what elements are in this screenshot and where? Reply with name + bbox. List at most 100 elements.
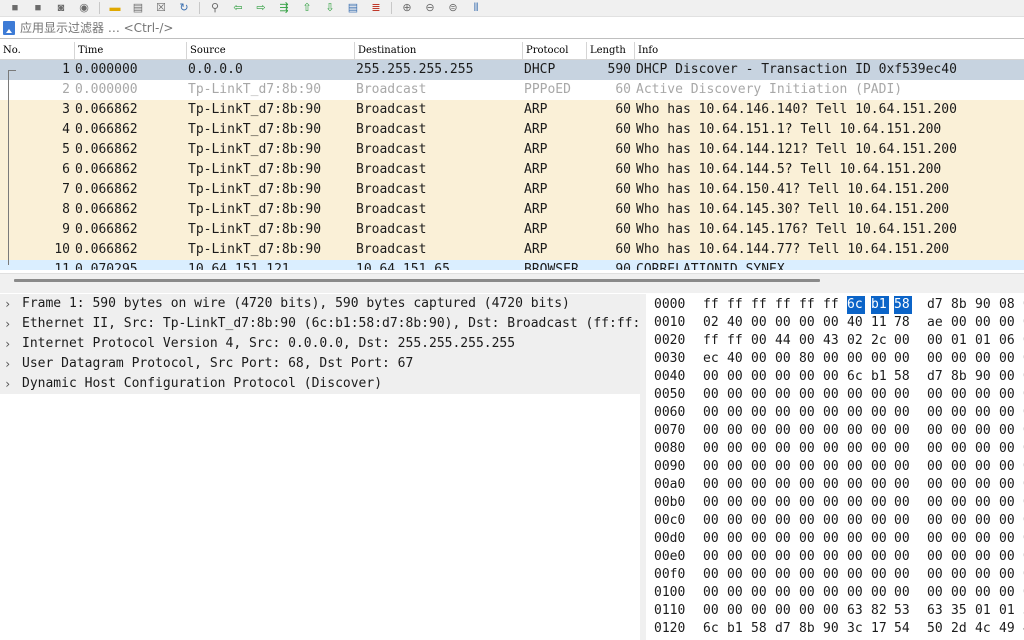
- hex-byte[interactable]: 40: [727, 314, 745, 332]
- hex-byte[interactable]: 00: [823, 404, 841, 422]
- hex-byte[interactable]: 00: [703, 602, 721, 620]
- hex-byte[interactable]: 01: [951, 332, 969, 350]
- hex-byte[interactable]: 00: [871, 584, 889, 602]
- hex-byte[interactable]: 00: [894, 440, 912, 458]
- hex-byte[interactable]: 00: [951, 386, 969, 404]
- packet-row[interactable]: 8 0.066862 Tp-LinkT_d7:8b:90 Broadcast ARP 60…: [0, 200, 1024, 220]
- hex-byte[interactable]: 08: [999, 296, 1017, 314]
- hex-byte[interactable]: ff: [727, 296, 745, 314]
- hex-byte[interactable]: 40: [847, 314, 865, 332]
- hex-byte[interactable]: 6c: [847, 368, 865, 386]
- hex-byte[interactable]: 00: [823, 368, 841, 386]
- hex-byte[interactable]: 00: [999, 386, 1017, 404]
- hex-byte[interactable]: 00: [847, 404, 865, 422]
- hex-byte[interactable]: 00: [727, 386, 745, 404]
- hex-byte[interactable]: b1: [727, 620, 745, 638]
- hex-byte[interactable]: 00: [951, 350, 969, 368]
- hex-byte[interactable]: 00: [927, 476, 945, 494]
- hex-byte[interactable]: 00: [951, 404, 969, 422]
- hex-byte[interactable]: 49: [999, 620, 1017, 638]
- hex-byte[interactable]: 00: [799, 566, 817, 584]
- hex-byte[interactable]: 00: [751, 368, 769, 386]
- hex-byte[interactable]: 00: [775, 566, 793, 584]
- hex-byte[interactable]: 6c: [847, 296, 865, 314]
- hex-byte[interactable]: 00: [894, 332, 912, 350]
- column-header-time[interactable]: Time: [74, 42, 186, 59]
- go-forward-icon[interactable]: ⇨: [253, 2, 269, 14]
- hex-byte[interactable]: d7: [927, 296, 945, 314]
- hex-byte[interactable]: 00: [775, 422, 793, 440]
- hex-byte[interactable]: 00: [847, 548, 865, 566]
- hex-byte[interactable]: 00: [823, 458, 841, 476]
- hex-byte[interactable]: 00: [727, 512, 745, 530]
- hex-byte[interactable]: 00: [799, 584, 817, 602]
- hex-byte[interactable]: 00: [951, 476, 969, 494]
- hex-byte[interactable]: 00: [999, 458, 1017, 476]
- hex-byte[interactable]: 00: [703, 584, 721, 602]
- hex-byte[interactable]: 00: [999, 566, 1017, 584]
- hex-byte[interactable]: 00: [823, 530, 841, 548]
- hex-byte[interactable]: 00: [975, 350, 993, 368]
- hex-byte[interactable]: 00: [751, 350, 769, 368]
- hex-byte[interactable]: 00: [823, 386, 841, 404]
- packet-row[interactable]: 3 0.066862 Tp-LinkT_d7:8b:90 Broadcast ARP 60…: [0, 100, 1024, 120]
- hex-byte[interactable]: 06: [999, 332, 1017, 350]
- hex-byte[interactable]: 00: [751, 404, 769, 422]
- hex-byte[interactable]: 00: [751, 494, 769, 512]
- hex-byte[interactable]: 53: [894, 602, 912, 620]
- hex-byte[interactable]: 17: [871, 620, 889, 638]
- hex-byte[interactable]: 00: [975, 512, 993, 530]
- autoscroll-icon[interactable]: ▤: [345, 2, 361, 14]
- hex-byte[interactable]: 00: [703, 494, 721, 512]
- bookmark-icon[interactable]: [3, 20, 15, 35]
- hex-byte[interactable]: 00: [927, 512, 945, 530]
- hex-byte[interactable]: 00: [871, 566, 889, 584]
- open-folder-icon[interactable]: ▬: [107, 2, 123, 14]
- hex-byte[interactable]: 00: [751, 332, 769, 350]
- hex-byte[interactable]: 00: [927, 548, 945, 566]
- hex-byte[interactable]: 00: [847, 422, 865, 440]
- column-header-no[interactable]: No.: [0, 42, 74, 59]
- hex-byte[interactable]: 78: [894, 314, 912, 332]
- hex-byte[interactable]: 00: [847, 494, 865, 512]
- hex-byte[interactable]: 00: [871, 530, 889, 548]
- hex-byte[interactable]: 00: [775, 548, 793, 566]
- hex-byte[interactable]: 00: [823, 440, 841, 458]
- hex-byte[interactable]: 00: [975, 584, 993, 602]
- go-back-icon[interactable]: ⇦: [230, 2, 246, 14]
- hex-byte[interactable]: 00: [823, 548, 841, 566]
- hex-byte[interactable]: 00: [951, 458, 969, 476]
- hex-byte[interactable]: 3c: [847, 620, 865, 638]
- hex-byte[interactable]: 00: [999, 476, 1017, 494]
- hex-byte[interactable]: 00: [927, 386, 945, 404]
- hex-byte[interactable]: 01: [975, 332, 993, 350]
- hex-byte[interactable]: 01: [999, 602, 1017, 620]
- hex-byte[interactable]: 00: [951, 494, 969, 512]
- hex-byte[interactable]: 00: [871, 548, 889, 566]
- hex-byte[interactable]: 00: [871, 350, 889, 368]
- hex-byte[interactable]: 00: [799, 314, 817, 332]
- hex-byte[interactable]: 00: [751, 548, 769, 566]
- hex-byte[interactable]: 00: [727, 584, 745, 602]
- restart-icon[interactable]: ■: [30, 2, 46, 14]
- pane-splitter[interactable]: [0, 289, 1024, 293]
- hex-byte[interactable]: 8b: [799, 620, 817, 638]
- hex-byte[interactable]: 00: [951, 530, 969, 548]
- hex-byte[interactable]: 63: [927, 602, 945, 620]
- record-icon[interactable]: ◉: [76, 2, 92, 14]
- hex-byte[interactable]: 00: [999, 350, 1017, 368]
- hex-byte[interactable]: 00: [727, 458, 745, 476]
- hex-byte[interactable]: 00: [951, 440, 969, 458]
- packet-row[interactable]: 9 0.066862 Tp-LinkT_d7:8b:90 Broadcast ARP 60…: [0, 220, 1024, 240]
- hex-byte[interactable]: 43: [823, 332, 841, 350]
- hex-byte[interactable]: 00: [703, 476, 721, 494]
- zoom-out-icon[interactable]: ⊖: [422, 2, 438, 14]
- hex-byte[interactable]: 00: [703, 458, 721, 476]
- hex-byte[interactable]: 00: [847, 458, 865, 476]
- detail-tree-item[interactable]: › Ethernet II, Src: Tp-LinkT_d7:8b:90 (6c…: [0, 314, 640, 334]
- hex-byte[interactable]: 90: [975, 296, 993, 314]
- hex-byte[interactable]: 00: [751, 314, 769, 332]
- hex-byte[interactable]: ff: [775, 296, 793, 314]
- hex-byte[interactable]: 00: [799, 512, 817, 530]
- expand-chevron-icon[interactable]: ›: [4, 354, 14, 374]
